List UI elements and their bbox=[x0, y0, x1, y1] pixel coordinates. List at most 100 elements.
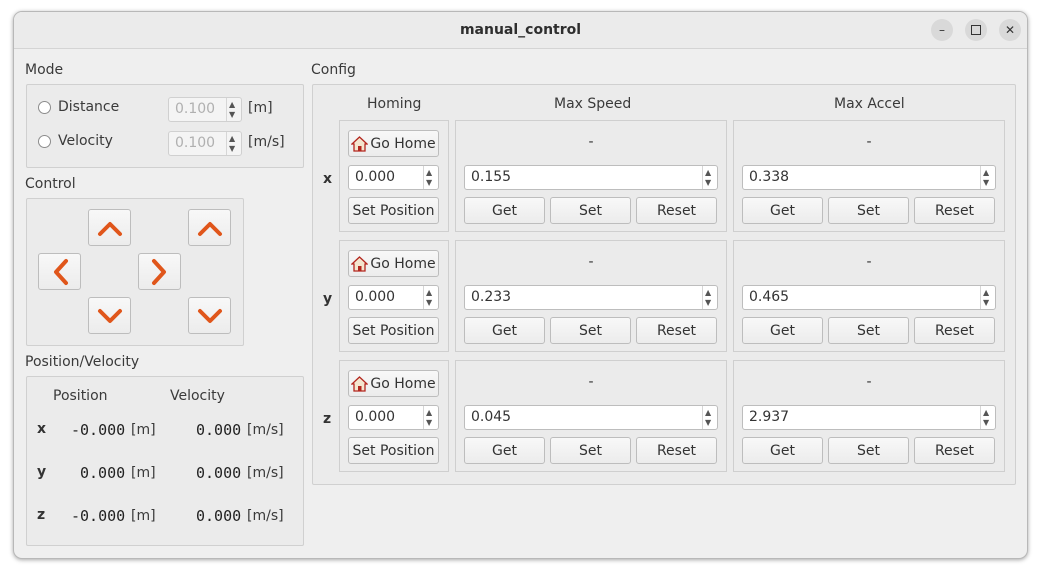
y-up-button[interactable] bbox=[88, 209, 131, 246]
velocity-value: 0.100 bbox=[175, 135, 216, 151]
home-value-z: 0.000 bbox=[355, 409, 396, 425]
go-home-label-x: Go Home bbox=[370, 135, 436, 152]
go-home-label-y: Go Home bbox=[370, 255, 436, 272]
max-speed-get-button-z[interactable]: Get bbox=[464, 437, 545, 464]
maximize-button[interactable] bbox=[965, 19, 987, 41]
z-down-button[interactable] bbox=[188, 297, 231, 334]
max-accel-reset-button-x[interactable]: Reset bbox=[914, 197, 995, 224]
velocity-radio[interactable] bbox=[38, 135, 51, 148]
max-accel-reset-button-y[interactable]: Reset bbox=[914, 317, 995, 344]
velocity-value-x: 0.000 bbox=[196, 421, 242, 439]
max-speed-value-y: 0.233 bbox=[471, 289, 512, 305]
max-speed-spin-arrows-x[interactable]: ▲ ▼ bbox=[702, 166, 717, 189]
control-title: Control bbox=[25, 176, 76, 192]
distance-spinbox[interactable]: 0.100 ▲ ▼ bbox=[168, 97, 242, 122]
max-speed-spinbox-x[interactable]: 0.155 ▲ ▼ bbox=[464, 165, 718, 190]
velocity-header: Velocity bbox=[170, 388, 225, 404]
velocity-unit-x: [m/s] bbox=[247, 422, 284, 438]
max-accel-spin-arrows-x[interactable]: ▲ ▼ bbox=[980, 166, 995, 189]
homing-cell-x: Go Home 0.000 ▲ ▼ Set Position bbox=[339, 120, 449, 232]
max-speed-get-button-y[interactable]: Get bbox=[464, 317, 545, 344]
reset-label: Reset bbox=[934, 202, 975, 219]
set-position-button-x[interactable]: Set Position bbox=[348, 197, 439, 224]
minimize-button[interactable]: – bbox=[931, 19, 953, 41]
home-spinbox-x[interactable]: 0.000 ▲ ▼ bbox=[348, 165, 439, 190]
max-speed-cell-z: - 0.045 ▲ ▼ Get Set Reset bbox=[455, 360, 727, 472]
config-axis-y: y bbox=[323, 291, 333, 307]
position-unit-x: [m] bbox=[131, 422, 156, 438]
home-spinbox-y[interactable]: 0.000 ▲ ▼ bbox=[348, 285, 439, 310]
set-position-label-y: Set Position bbox=[352, 322, 435, 339]
max-accel-header: Max Accel bbox=[834, 96, 905, 112]
max-accel-set-button-x[interactable]: Set bbox=[828, 197, 909, 224]
position-unit-z: [m] bbox=[131, 508, 156, 524]
go-home-button-y[interactable]: Go Home bbox=[348, 250, 439, 277]
max-accel-spinbox-y[interactable]: 0.465 ▲ ▼ bbox=[742, 285, 996, 310]
max-speed-set-button-y[interactable]: Set bbox=[550, 317, 631, 344]
max-speed-reset-button-x[interactable]: Reset bbox=[636, 197, 717, 224]
max-accel-reset-button-z[interactable]: Reset bbox=[914, 437, 995, 464]
reset-label: Reset bbox=[656, 442, 697, 459]
close-button[interactable]: ✕ bbox=[999, 19, 1021, 41]
position-value-x: -0.000 bbox=[71, 421, 126, 439]
max-speed-reset-button-y[interactable]: Reset bbox=[636, 317, 717, 344]
z-up-button[interactable] bbox=[188, 209, 231, 246]
max-speed-cell-x: - 0.155 ▲ ▼ Get Set Reset bbox=[455, 120, 727, 232]
max-accel-get-button-z[interactable]: Get bbox=[742, 437, 823, 464]
y-down-button[interactable] bbox=[88, 297, 131, 334]
config-group: Homing Max Speed Max Accel x Go Home 0.0… bbox=[312, 84, 1016, 485]
homing-cell-z: Go Home 0.000 ▲ ▼ Set Position bbox=[339, 360, 449, 472]
mode-group: Distance 0.100 ▲ ▼ [m] Velocity 0.100 ▲ ▼ … bbox=[26, 84, 304, 168]
distance-radio[interactable] bbox=[38, 101, 51, 114]
max-speed-set-button-x[interactable]: Set bbox=[550, 197, 631, 224]
max-accel-value-x: 0.338 bbox=[749, 169, 790, 185]
velocity-value-z: 0.000 bbox=[196, 507, 242, 525]
max-accel-get-button-x[interactable]: Get bbox=[742, 197, 823, 224]
max-accel-value-z: 2.937 bbox=[749, 409, 790, 425]
max-accel-set-button-z[interactable]: Set bbox=[828, 437, 909, 464]
go-home-button-z[interactable]: Go Home bbox=[348, 370, 439, 397]
home-spin-arrows-y[interactable]: ▲ ▼ bbox=[423, 286, 438, 309]
max-accel-spinbox-z[interactable]: 2.937 ▲ ▼ bbox=[742, 405, 996, 430]
velocity-spinbox[interactable]: 0.100 ▲ ▼ bbox=[168, 131, 242, 156]
home-spinbox-z[interactable]: 0.000 ▲ ▼ bbox=[348, 405, 439, 430]
velocity-unit: [m/s] bbox=[248, 134, 285, 150]
position-header: Position bbox=[53, 388, 108, 404]
home-spin-arrows-x[interactable]: ▲ ▼ bbox=[423, 166, 438, 189]
posvel-axis-x: x bbox=[37, 421, 47, 437]
distance-value: 0.100 bbox=[175, 101, 216, 117]
set-position-button-z[interactable]: Set Position bbox=[348, 437, 439, 464]
max-speed-spinbox-z[interactable]: 0.045 ▲ ▼ bbox=[464, 405, 718, 430]
get-label: Get bbox=[770, 202, 795, 219]
max-accel-cell-y: - 0.465 ▲ ▼ Get Set Reset bbox=[733, 240, 1005, 352]
x-left-button[interactable] bbox=[38, 253, 81, 290]
max-accel-get-button-y[interactable]: Get bbox=[742, 317, 823, 344]
velocity-spin-arrows[interactable]: ▲ ▼ bbox=[226, 132, 241, 155]
max-speed-spinbox-y[interactable]: 0.233 ▲ ▼ bbox=[464, 285, 718, 310]
max-speed-reset-button-z[interactable]: Reset bbox=[636, 437, 717, 464]
posvel-axis-z: z bbox=[37, 507, 46, 523]
go-home-button-x[interactable]: Go Home bbox=[348, 130, 439, 157]
posvel-axis-y: y bbox=[37, 464, 47, 480]
max-speed-get-button-x[interactable]: Get bbox=[464, 197, 545, 224]
set-position-button-y[interactable]: Set Position bbox=[348, 317, 439, 344]
set-label: Set bbox=[857, 442, 880, 459]
set-position-label-x: Set Position bbox=[352, 202, 435, 219]
max-accel-spin-arrows-z[interactable]: ▲ ▼ bbox=[980, 406, 995, 429]
max-speed-spin-arrows-z[interactable]: ▲ ▼ bbox=[702, 406, 717, 429]
max-speed-spin-arrows-y[interactable]: ▲ ▼ bbox=[702, 286, 717, 309]
posvel-group: Position Velocity x -0.000 [m] 0.000 [m/… bbox=[26, 376, 304, 546]
home-icon bbox=[351, 375, 369, 392]
get-label: Get bbox=[770, 442, 795, 459]
max-accel-set-button-y[interactable]: Set bbox=[828, 317, 909, 344]
posvel-title: Position/Velocity bbox=[25, 354, 140, 370]
distance-label: Distance bbox=[58, 99, 120, 115]
home-spin-arrows-z[interactable]: ▲ ▼ bbox=[423, 406, 438, 429]
max-accel-spinbox-x[interactable]: 0.338 ▲ ▼ bbox=[742, 165, 996, 190]
max-accel-spin-arrows-y[interactable]: ▲ ▼ bbox=[980, 286, 995, 309]
x-right-button[interactable] bbox=[138, 253, 181, 290]
max-speed-set-button-z[interactable]: Set bbox=[550, 437, 631, 464]
get-label: Get bbox=[492, 202, 517, 219]
velocity-unit-y: [m/s] bbox=[247, 465, 284, 481]
distance-spin-arrows[interactable]: ▲ ▼ bbox=[226, 98, 241, 121]
